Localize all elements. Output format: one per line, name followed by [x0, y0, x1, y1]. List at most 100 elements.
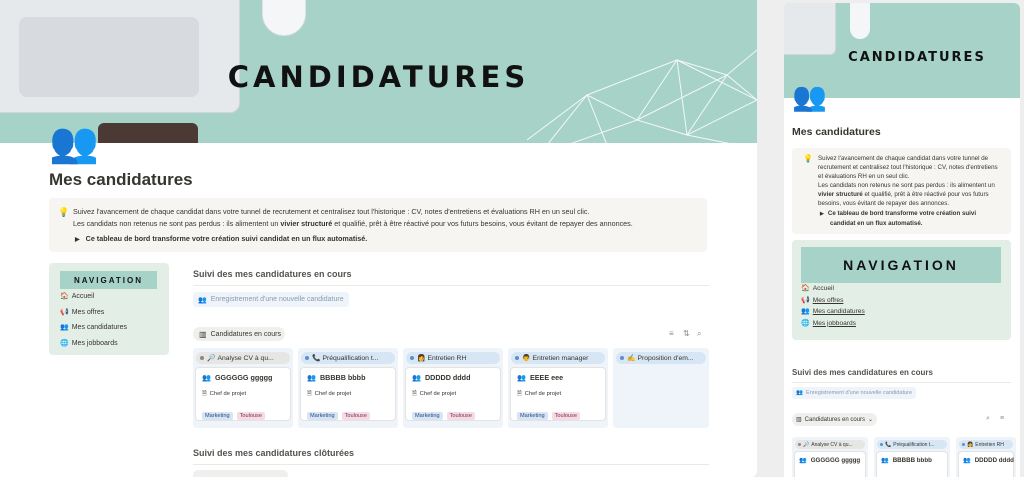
globe-icon: 🌐 — [801, 319, 810, 327]
people-icon: 👥 — [202, 373, 211, 382]
tag: Toulouse — [236, 412, 265, 420]
tag: Toulouse — [341, 412, 370, 420]
divider — [193, 285, 709, 286]
board-view-icon: ▥ — [199, 329, 207, 339]
status-badge[interactable]: 👨 Entretien manager — [511, 352, 605, 364]
board-view-icon: ▥ — [796, 417, 802, 423]
megaphone-icon: 📢 — [801, 296, 810, 304]
home-icon: 🏠 — [801, 285, 810, 292]
magnifier-icon: 🔎 — [803, 441, 810, 448]
callout: 💡 Suivez l'avancement de chaque candidat… — [49, 198, 707, 252]
board-column: 👩 Entretien RH 👥 DDDDD dddd — [956, 437, 1016, 477]
people-icon: 👥 — [198, 296, 207, 304]
people-icon: 👥 — [963, 457, 971, 464]
candidate-card[interactable]: 👥 BBBBB bbbb — [877, 452, 947, 477]
status-badge[interactable]: 📞 Préqualification t... — [301, 352, 395, 364]
new-application-button[interactable]: 👥 Enregistrement d'une nouvelle candidatu… — [792, 387, 916, 399]
callout-toggle[interactable]: ▶ Ce tableau de bord transforme votre cré… — [73, 233, 697, 246]
lightbulb-icon: 💡 — [58, 207, 70, 217]
board-column: 🔎 Analyse CV à qu... 👥 GGGGGG ggggg 🗎 Chef … — [193, 348, 293, 428]
open-section-title: Suivi des mes candidatures en cours — [792, 368, 933, 377]
cover-title: CANDIDATURES — [848, 50, 986, 65]
nav-item-mes-candidatures[interactable]: 👥 Mes candidatures — [60, 321, 158, 336]
people-icon: 👥 — [799, 457, 807, 464]
chevron-down-icon: ⌄ — [868, 417, 874, 423]
people-icon: 👥 — [796, 390, 803, 396]
status-badge[interactable]: 🔎 Analyse CV à qu... — [196, 352, 290, 364]
divider — [193, 464, 709, 465]
document-icon: 🗎 — [307, 391, 312, 397]
callout-line-1: Suivez l'avancement de chaque candidat d… — [818, 155, 998, 181]
toggle-triangle-icon[interactable]: ▶ — [820, 211, 824, 217]
people-icon[interactable]: 👥 — [792, 83, 827, 111]
status-badge[interactable]: ✍ Proposition d'em... — [616, 352, 706, 364]
view-tab-closed[interactable] — [193, 470, 288, 477]
divider — [792, 382, 1011, 383]
tag: Toulouse — [446, 412, 475, 420]
people-icon: 👥 — [801, 308, 810, 316]
tag: Marketing — [307, 412, 338, 420]
status-badge[interactable]: 👩 Entretien RH — [959, 440, 1013, 449]
magnifier-icon: 🔎 — [207, 355, 216, 362]
view-tab-candidatures-en-cours[interactable]: ▥ Candidatures en cours ⌄ — [792, 413, 877, 426]
status-badge[interactable]: 📞 Préqualification t... — [877, 440, 947, 449]
writing-icon: ✍ — [627, 355, 636, 362]
nav-item-accueil[interactable]: 🏠 Accueil — [801, 283, 1002, 295]
navigation-panel: NAVIGATION 🏠 Accueil 📢 Mes offres 👥 Mes can… — [792, 240, 1011, 340]
candidate-card[interactable]: 👥 DDDDD dddd 🗎 Chef de projet Marketing Tou… — [406, 368, 500, 420]
tag: Marketing — [517, 412, 548, 420]
navigation-header: NAVIGATION — [801, 247, 1001, 283]
toggle-triangle-icon[interactable]: ▶ — [75, 234, 80, 246]
phone-icon: 📞 — [312, 355, 321, 362]
view-tab-candidatures-en-cours[interactable]: ▥ Candidatures en cours — [193, 327, 285, 341]
page-title: Mes candidatures — [49, 170, 193, 189]
people-icon[interactable]: 👥 — [49, 123, 99, 163]
phone-icon: 📞 — [885, 441, 892, 448]
nav-item-mes-jobboards[interactable]: 🌐 Mes jobboards — [60, 337, 158, 352]
status-badge[interactable]: 🔎 Analyse CV à qu... — [795, 440, 865, 449]
people-icon: 👥 — [517, 373, 526, 382]
desktop-page: CANDIDATURES 👥 Mes candidatures 💡 Suivez… — [0, 0, 757, 477]
closed-section-title: Suivi des mes candidatures clôturées — [193, 448, 355, 458]
candidate-card[interactable]: 👥 DDDDD dddd — [959, 452, 1014, 477]
search-icon[interactable]: ⌕ — [697, 329, 701, 339]
navigation-panel: NAVIGATION 🏠 Accueil 📢 Mes offres 👥 Mes can… — [49, 263, 169, 355]
people-icon: 👥 — [412, 373, 421, 382]
lightbulb-icon: 💡 — [803, 154, 813, 163]
tag: Marketing — [412, 412, 443, 420]
person-icon: 👩 — [417, 355, 426, 362]
manager-icon: 👨 — [522, 355, 531, 362]
nav-item-mes-jobboards[interactable]: 🌐 Mes jobboards — [801, 318, 1002, 330]
search-icon[interactable]: ⌕ — [986, 415, 990, 423]
callout-line-2: Les candidats non retenus ne sont pas pe… — [818, 182, 995, 208]
person-icon: 👩 — [967, 441, 974, 448]
candidate-card[interactable]: 👥 EEEE eee 🗎 Chef de projet Marketing Toulo… — [511, 368, 605, 420]
board-column: 📞 Préqualification t... 👥 BBBBB bbbb 🗎 Chef… — [298, 348, 398, 428]
document-icon: 🗎 — [412, 391, 417, 397]
people-icon: 👥 — [60, 324, 69, 332]
filter-icon[interactable]: ≡ — [1000, 415, 1004, 422]
tag: Marketing — [202, 412, 233, 420]
callout-toggle[interactable]: ▶ Ce tableau de bord transforme votre cré… — [818, 209, 1003, 228]
people-icon: 👥 — [881, 457, 889, 464]
candidate-card[interactable]: 👥 BBBBB bbbb 🗎 Chef de projet Marketing Tou… — [301, 368, 395, 420]
board-column: 📞 Préqualification t... 👥 BBBBB bbbb — [874, 437, 950, 477]
globe-icon: 🌐 — [60, 340, 69, 348]
filter-icon[interactable]: ≡ — [669, 329, 674, 338]
board-column: ✍ Proposition d'em... — [613, 348, 709, 428]
nav-item-mes-offres[interactable]: 📢 Mes offres — [60, 306, 158, 321]
sort-icon[interactable]: ⇅ — [683, 329, 690, 338]
nav-item-mes-offres[interactable]: 📢 Mes offres — [801, 295, 1002, 307]
tag: Toulouse — [551, 412, 580, 420]
home-icon: 🏠 — [60, 293, 69, 300]
nav-item-accueil[interactable]: 🏠 Accueil — [60, 290, 158, 305]
status-badge[interactable]: 👩 Entretien RH — [406, 352, 500, 364]
candidate-card[interactable]: 👥 GGGGGG ggggg 🗎 Chef de projet Marketing T… — [196, 368, 290, 420]
nav-item-mes-candidatures[interactable]: 👥 Mes candidatures — [801, 306, 1002, 318]
new-application-button[interactable]: 👥 Enregistrement d'une nouvelle candidatu… — [193, 292, 349, 307]
candidate-card[interactable]: 👥 GGGGGG ggggg — [795, 452, 865, 477]
megaphone-icon: 📢 — [60, 308, 69, 316]
page-title: Mes candidatures — [792, 126, 881, 138]
mouse-illustration — [262, 0, 306, 36]
document-icon: 🗎 — [517, 391, 522, 397]
